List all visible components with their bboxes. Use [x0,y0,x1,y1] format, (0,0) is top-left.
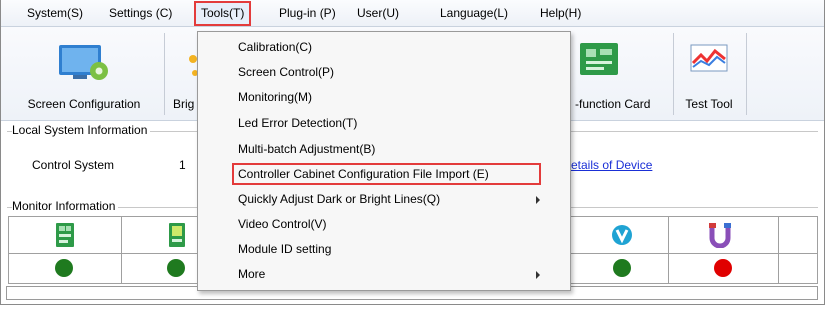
test-chart-icon [687,41,731,80]
status-indicator [613,259,631,277]
main-window: System(S) Settings (C) Tools(T) Plug-in … [0,0,825,305]
test-tool-button[interactable]: Test Tool [677,27,741,117]
monitor-gear-icon [57,41,111,88]
menu-item-label: Screen Control(P) [238,65,335,79]
status-indicator [167,259,185,277]
status-indicator [714,259,732,277]
control-system-value: 1 [179,158,186,172]
menu-item-label: Monitoring(M) [238,90,313,104]
menu-item-label: Calibration(C) [238,40,313,54]
menu-item-label: Multi-batch Adjustment(B) [238,142,376,156]
video-v-icon [611,224,633,249]
cable-connector-icon [708,222,732,251]
circuit-board-icon [576,41,622,82]
highlight-box [232,163,541,185]
submenu-arrow-icon [536,271,540,279]
tools-dropdown-menu: Calibration(C) Screen Control(P) Monitor… [197,31,571,291]
test-tool-label: Test Tool [685,97,733,111]
menu-item-screen-control[interactable]: Screen Control(P) [198,61,570,83]
monitor-column [122,217,200,283]
menu-item-label: Quickly Adjust Dark or Bright Lines(Q) [238,192,441,206]
menubar: System(S) Settings (C) Tools(T) Plug-in … [1,0,824,27]
control-system-label: Control System [32,158,115,172]
menu-tools[interactable]: Tools(T) [194,1,252,26]
brightness-button[interactable]: Brig [169,27,199,117]
menu-item-multi-batch-adjustment[interactable]: Multi-batch Adjustment(B) [198,138,570,160]
menu-language[interactable]: Language(L) [434,4,514,22]
local-system-group-title: Local System Information [12,123,151,137]
monitor-column [9,217,122,283]
menu-item-monitoring[interactable]: Monitoring(M) [198,86,570,108]
details-of-device-link[interactable]: etails of Device [571,158,652,172]
monitor-group-title: Monitor Information [12,199,119,213]
menu-user[interactable]: User(U) [351,4,405,22]
menu-item-module-id-setting[interactable]: Module ID setting [198,238,570,260]
menu-item-video-control[interactable]: Video Control(V) [198,213,570,235]
toolbar-separator [673,33,674,115]
status-indicator [55,259,73,277]
menu-item-calibration[interactable]: Calibration(C) [198,36,570,58]
menu-item-label: More [238,267,266,281]
screen-configuration-button[interactable]: Screen Configuration [9,27,159,117]
menu-item-label: Video Control(V) [238,217,327,231]
receiving-card-icon [167,222,187,251]
monitor-column [669,217,779,283]
toolbar-separator [746,33,747,115]
menu-item-label: Led Error Detection(T) [238,116,358,130]
screen-configuration-label: Screen Configuration [27,97,141,111]
menu-item-adjust-dark-bright-lines[interactable]: Quickly Adjust Dark or Bright Lines(Q) [198,188,570,210]
menu-item-led-error-detection[interactable]: Led Error Detection(T) [198,112,570,134]
sending-card-icon [55,222,75,251]
brightness-label: Brig [173,97,195,111]
menu-settings[interactable]: Settings (C) [103,4,178,22]
toolbar-separator [164,33,165,115]
multifunction-card-label: -function Card [575,97,651,111]
brightness-icon [179,41,199,84]
submenu-arrow-icon [536,196,540,204]
monitor-column [569,217,669,283]
menu-system[interactable]: System(S) [21,4,89,22]
menu-help[interactable]: Help(H) [534,4,587,22]
multifunction-card-button[interactable]: -function Card [569,27,667,117]
menu-plugin[interactable]: Plug-in (P) [273,4,342,22]
menu-item-label: Module ID setting [238,242,332,256]
menu-item-more[interactable]: More [198,263,570,285]
